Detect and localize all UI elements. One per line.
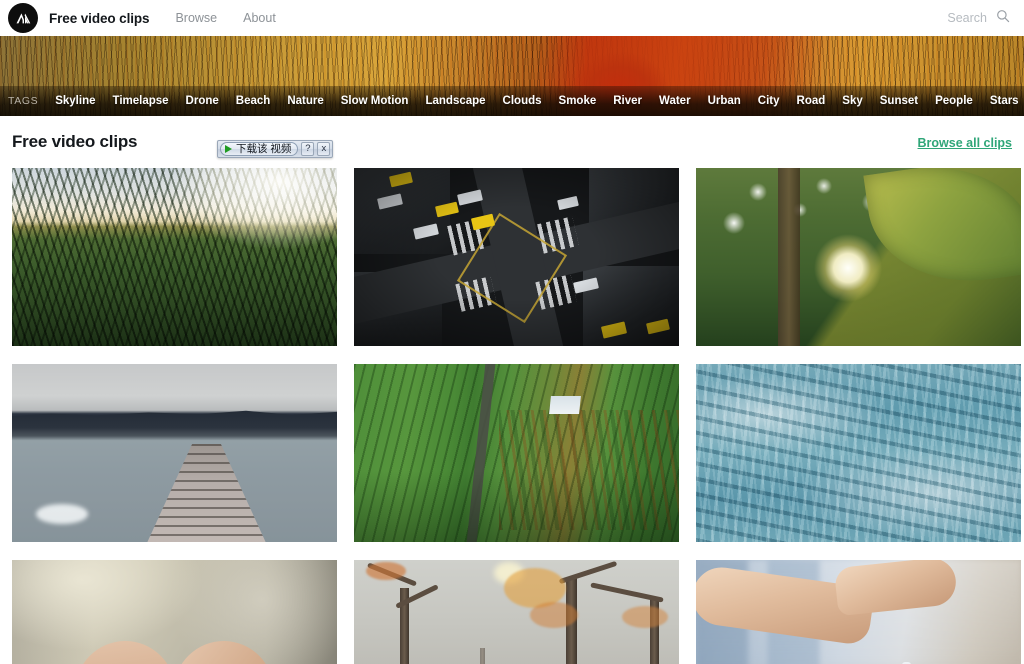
clip-thumbnail-hands-heart (12, 560, 337, 664)
tag-sunset[interactable]: Sunset (880, 95, 918, 107)
tag-skyline[interactable]: Skyline (55, 95, 95, 107)
decor-foliage (366, 562, 406, 580)
clip-thumbnail-ocean-waves (696, 364, 1021, 542)
page-title: Free video clips (12, 132, 138, 151)
decor-large-leaf (863, 168, 1021, 295)
top-navigation-bar: Free video clips Browse About (0, 0, 1024, 36)
brand-title: Free video clips (49, 10, 150, 26)
decor-shadow-overlay (354, 364, 679, 542)
tag-nature[interactable]: Nature (287, 95, 323, 107)
search-input[interactable] (929, 11, 987, 25)
tag-sky[interactable]: Sky (842, 95, 862, 107)
clip-thumbnail-city-intersection (354, 168, 679, 346)
search-icon[interactable] (996, 9, 1010, 28)
play-triangle-icon (225, 145, 232, 153)
section-heading-row: Free video clips Browse all clips (0, 116, 1024, 168)
clip-card-hand-sanitizer[interactable] (696, 560, 1021, 664)
decor-mountain-ridge (12, 410, 337, 436)
clip-thumbnail-misty-trees (354, 560, 679, 664)
tag-city[interactable]: City (758, 95, 780, 107)
decor-vignette (354, 168, 679, 346)
downloader-close-button[interactable]: x (317, 142, 331, 156)
download-video-button[interactable]: 下载该 视频 (220, 142, 299, 156)
tag-bar: TAGS Skyline Timelapse Drone Beach Natur… (0, 86, 1024, 116)
tag-water[interactable]: Water (659, 95, 691, 107)
clip-card-farmland[interactable] (354, 364, 679, 542)
tag-stars[interactable]: Stars (990, 95, 1019, 107)
tag-drone[interactable]: Drone (186, 95, 219, 107)
decor-tree (480, 648, 485, 664)
clip-thumbnail-hand-sanitizer (696, 560, 1021, 664)
clip-card-pier-lake[interactable] (12, 364, 337, 542)
clip-thumbnail-farmland (354, 364, 679, 542)
clip-card-city-intersection[interactable] (354, 168, 679, 346)
tag-people[interactable]: People (935, 95, 973, 107)
clip-grid (0, 168, 1024, 664)
decor-blurred-background (12, 560, 337, 664)
hero-banner: TAGS Skyline Timelapse Drone Beach Natur… (0, 36, 1024, 116)
clip-card-hands-heart[interactable] (12, 560, 337, 664)
video-downloader-popup[interactable]: 下载该 视频 ? x (217, 140, 334, 158)
search-box[interactable] (929, 9, 1010, 28)
nav-link-about[interactable]: About (243, 11, 276, 25)
tag-smoke[interactable]: Smoke (559, 95, 597, 107)
clip-thumbnail-sun-through-leaves (696, 168, 1021, 346)
tag-urban[interactable]: Urban (708, 95, 741, 107)
tag-timelapse[interactable]: Timelapse (113, 95, 169, 107)
clip-thumbnail-pier-lake (12, 364, 337, 542)
tag-road[interactable]: Road (797, 95, 826, 107)
clip-card-sun-through-leaves[interactable] (696, 168, 1021, 346)
clip-card-forest[interactable] (12, 168, 337, 346)
clip-card-ocean-waves[interactable] (696, 364, 1021, 542)
tag-landscape[interactable]: Landscape (425, 95, 485, 107)
decor-branch (558, 560, 618, 585)
nav-links: Browse About (175, 11, 301, 25)
mixkit-m-logo-icon[interactable] (8, 3, 38, 33)
downloader-help-button[interactable]: ? (301, 142, 315, 156)
tag-slow-motion[interactable]: Slow Motion (341, 95, 409, 107)
browse-all-clips-link[interactable]: Browse all clips (918, 136, 1012, 150)
decor-branch (590, 582, 664, 603)
clip-card-misty-trees[interactable] (354, 560, 679, 664)
tag-clouds[interactable]: Clouds (503, 95, 542, 107)
clip-thumbnail-forest (12, 168, 337, 346)
decor-wooden-pier (146, 444, 267, 542)
tags-label: TAGS (8, 95, 39, 107)
decor-tree-trunk (778, 168, 800, 346)
decor-foliage (622, 606, 668, 628)
decor-foliage (530, 602, 578, 628)
nav-link-browse[interactable]: Browse (175, 11, 217, 25)
brand-group[interactable]: Free video clips (8, 3, 150, 33)
decor-water-foam (36, 504, 88, 524)
download-video-label: 下载该 视频 (236, 143, 292, 155)
tag-beach[interactable]: Beach (236, 95, 271, 107)
tag-river[interactable]: River (613, 95, 642, 107)
